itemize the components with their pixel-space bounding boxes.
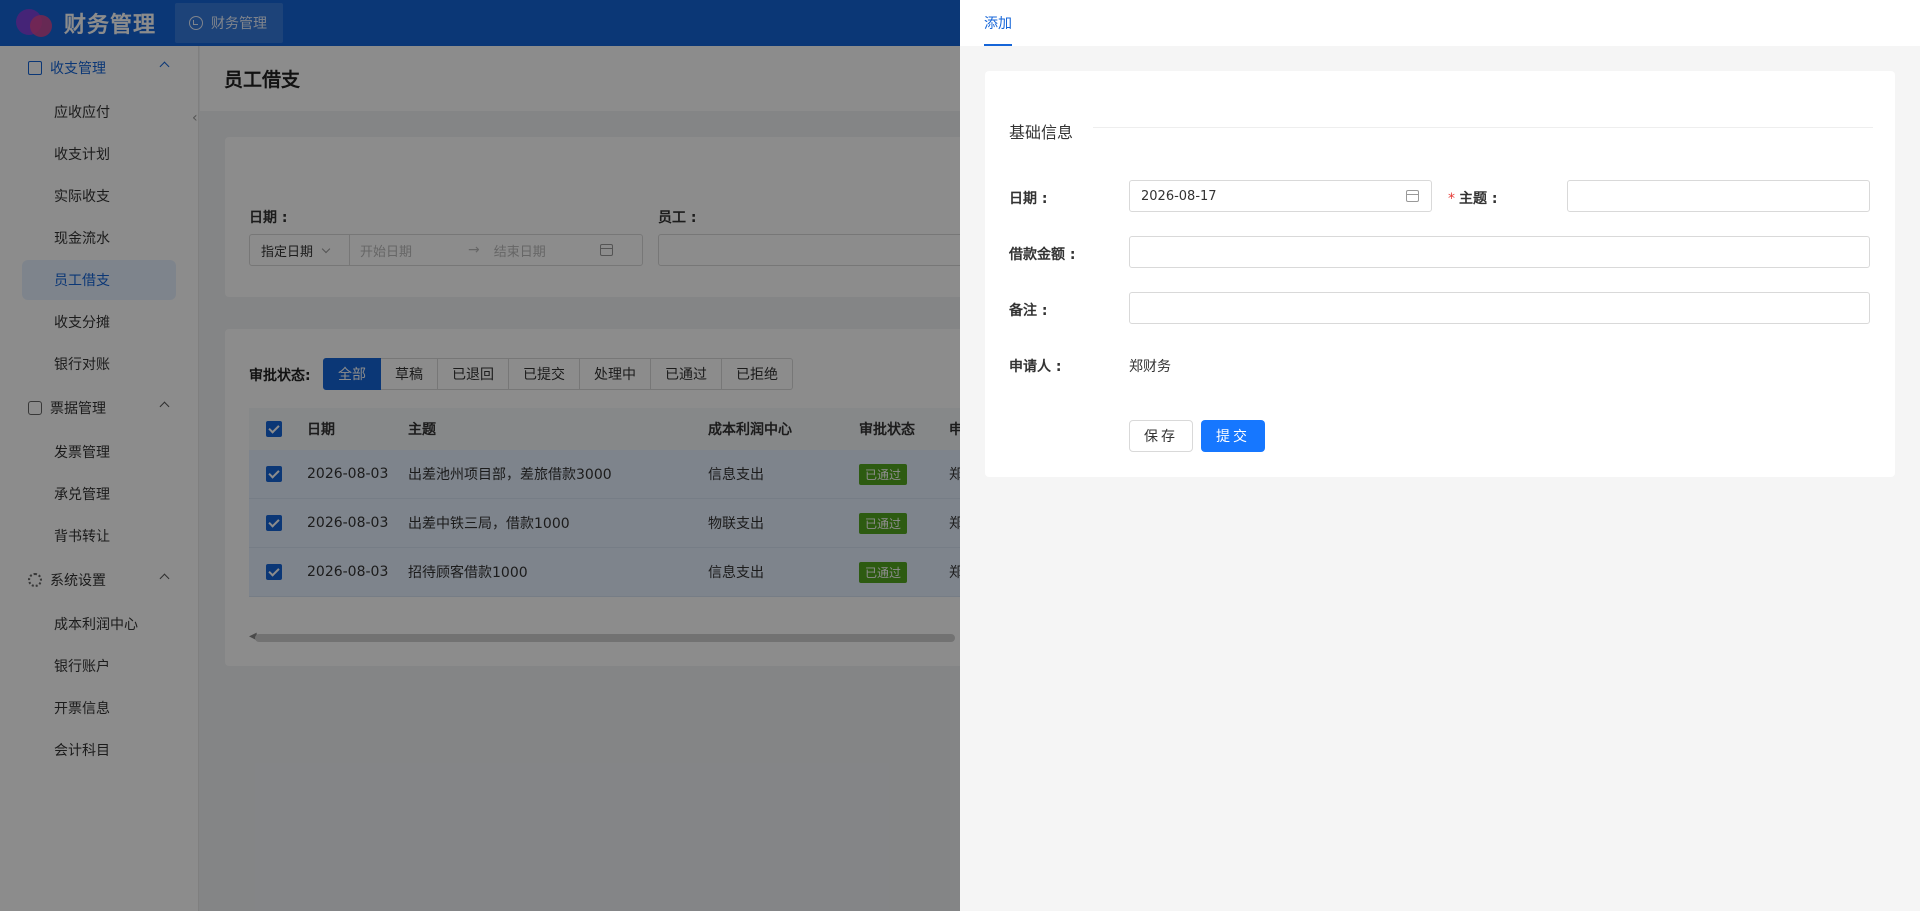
date-field-label: 日期 : xyxy=(1009,191,1048,207)
applicant-value: 郑财务 xyxy=(1129,359,1171,375)
drawer-tabs: 添加 xyxy=(960,0,1920,46)
submit-button[interactable]: 提交 xyxy=(1201,420,1265,452)
required-mark: * xyxy=(1448,191,1455,207)
active-tab-indicator xyxy=(984,44,1012,46)
subject-field-label: * 主题 : xyxy=(1448,188,1497,208)
note-field-label: 备注 : xyxy=(1009,303,1048,319)
subject-input[interactable] xyxy=(1567,180,1870,212)
form-card: 基础信息 日期 : 2026-08-17 * 主题 : 借款金额 : 备注 : 申… xyxy=(985,71,1895,477)
date-field-value: 2026-08-17 xyxy=(1141,188,1217,204)
note-input[interactable] xyxy=(1129,292,1870,324)
amount-input[interactable] xyxy=(1129,236,1870,268)
applicant-field-label: 申请人 : xyxy=(1009,359,1062,375)
calendar-icon xyxy=(1406,190,1419,202)
subject-label-text: 主题 : xyxy=(1459,191,1498,207)
section-divider xyxy=(1093,127,1873,128)
amount-field-label: 借款金额 : xyxy=(1009,247,1076,263)
save-button[interactable]: 保存 xyxy=(1129,420,1193,452)
date-field[interactable]: 2026-08-17 xyxy=(1129,180,1432,212)
tab-add[interactable]: 添加 xyxy=(984,13,1012,33)
add-drawer: 添加 基础信息 日期 : 2026-08-17 * 主题 : 借款金额 : 备注 … xyxy=(960,0,1920,911)
drawer-mask[interactable] xyxy=(0,0,960,911)
section-title: 基础信息 xyxy=(1009,123,1074,142)
